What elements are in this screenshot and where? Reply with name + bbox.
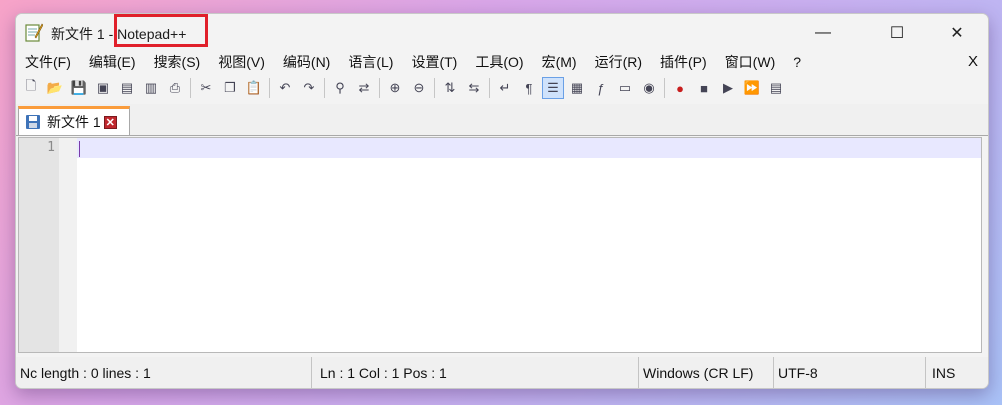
tab-close-icon[interactable]: ✕ [103,115,117,129]
sync-horizontal-icon[interactable]: ⇆ [463,77,485,99]
line-number-gutter: 1 [19,138,59,352]
menu-item-6[interactable]: 设置(T) [402,52,466,72]
tab-bar: 新文件 1 ✕ [16,104,988,136]
fold-margin[interactable] [59,138,77,352]
menu-item-3[interactable]: 视图(V) [209,52,274,72]
menu-item-7[interactable]: 工具(O) [466,52,532,72]
menu-bar: 文件(F) 编辑(E) 搜索(S) 视图(V) 编码(N) 语言(L) 设置(T) 工具(O)… [16,51,988,73]
zoom-out-icon[interactable]: ⊖ [408,77,430,99]
folder-workspace-icon[interactable]: ▭ [614,77,636,99]
function-list-icon[interactable]: ƒ [590,77,612,99]
close-window-button[interactable]: ✕ [934,14,980,51]
close-document-menu-button[interactable]: X [968,53,978,70]
toolbar-separator [269,78,270,98]
title-document-name: 新文件 1 - [51,26,114,42]
word-wrap-icon[interactable]: ↵ [494,77,516,99]
tab-new-file-1[interactable]: 新文件 1 ✕ [18,106,130,135]
status-insert-mode[interactable]: INS [926,357,988,388]
sync-vertical-icon[interactable]: ⇅ [439,77,461,99]
menu-item-0[interactable]: 文件(F) [16,52,80,72]
replace-icon[interactable]: ⇄ [353,77,375,99]
notepad-app-icon [25,23,43,42]
current-line-highlight [77,138,981,158]
menu-item-2[interactable]: 搜索(S) [145,52,210,72]
redo-icon[interactable]: ↷ [298,77,320,99]
new-file-icon[interactable]: 🗋 [20,77,42,99]
menu-item-12[interactable]: ? [784,54,810,70]
status-bar: Nc length : 0 lines : 1 Ln : 1 Col : 1 P… [16,357,988,388]
status-cursor-position: Ln : 1 Col : 1 Pos : 1 [312,357,639,388]
play-macro-icon[interactable]: ▶ [717,77,739,99]
toolbar: 🗋 📂 💾 ▣ ▤ ▥ ⎙ ✂ ❐ 📋 ↶ ↷ ⚲ ⇄ ⊕ ⊖ ⇅ ⇆ ↵ ¶ ☰ ▦ ƒ ▭ ◉ ● ■ ▶ ⏩ ▤ [16,74,988,102]
annotation-highlight-box [114,14,208,47]
zoom-in-icon[interactable]: ⊕ [384,77,406,99]
paste-icon[interactable]: 📋 [243,77,265,99]
maximize-button[interactable]: ☐ [874,14,920,51]
save-macro-icon[interactable]: ▤ [765,77,787,99]
menu-item-1[interactable]: 编辑(E) [80,52,145,72]
print-icon[interactable]: ⎙ [164,77,186,99]
menu-item-5[interactable]: 语言(L) [339,52,402,72]
save-icon [26,115,40,129]
undo-icon[interactable]: ↶ [274,77,296,99]
save-icon[interactable]: 💾 [68,77,90,99]
close-icon[interactable]: ▤ [116,77,138,99]
toolbar-separator [379,78,380,98]
status-length-lines: Nc length : 0 lines : 1 [16,357,312,388]
doc-map-icon[interactable]: ▦ [566,77,588,99]
save-all-icon[interactable]: ▣ [92,77,114,99]
find-icon[interactable]: ⚲ [329,77,351,99]
close-all-icon[interactable]: ▥ [140,77,162,99]
open-file-icon[interactable]: 📂 [44,77,66,99]
record-macro-icon[interactable]: ● [669,77,691,99]
show-all-chars-icon[interactable]: ¶ [518,77,540,99]
menu-item-11[interactable]: 窗口(W) [716,52,785,72]
title-bar[interactable]: 新文件 1 - Notepad++ — ☐ ✕ [16,14,988,51]
copy-icon[interactable]: ❐ [219,77,241,99]
minimize-button[interactable]: — [800,14,846,51]
text-caret [79,141,80,157]
menu-item-10[interactable]: 插件(P) [651,52,716,72]
notepad-window: 新文件 1 - Notepad++ — ☐ ✕ 文件(F) 编辑(E) 搜索(S) 视… [15,13,989,389]
toolbar-separator [434,78,435,98]
cut-icon[interactable]: ✂ [195,77,217,99]
menu-item-4[interactable]: 编码(N) [274,52,339,72]
status-line-ending[interactable]: Windows (CR LF) [639,357,774,388]
menu-item-9[interactable]: 运行(R) [586,52,651,72]
menu-item-8[interactable]: 宏(M) [533,52,586,72]
monitoring-icon[interactable]: ◉ [638,77,660,99]
stop-macro-icon[interactable]: ■ [693,77,715,99]
tab-label: 新文件 1 [47,114,101,130]
editor-area[interactable]: 1 [18,137,982,353]
status-encoding[interactable]: UTF-8 [774,357,926,388]
toolbar-separator [664,78,665,98]
toolbar-separator [324,78,325,98]
toolbar-separator [190,78,191,98]
toolbar-separator [489,78,490,98]
run-macro-multiple-icon[interactable]: ⏩ [741,77,763,99]
line-number: 1 [47,140,55,155]
indent-guide-icon[interactable]: ☰ [542,77,564,99]
